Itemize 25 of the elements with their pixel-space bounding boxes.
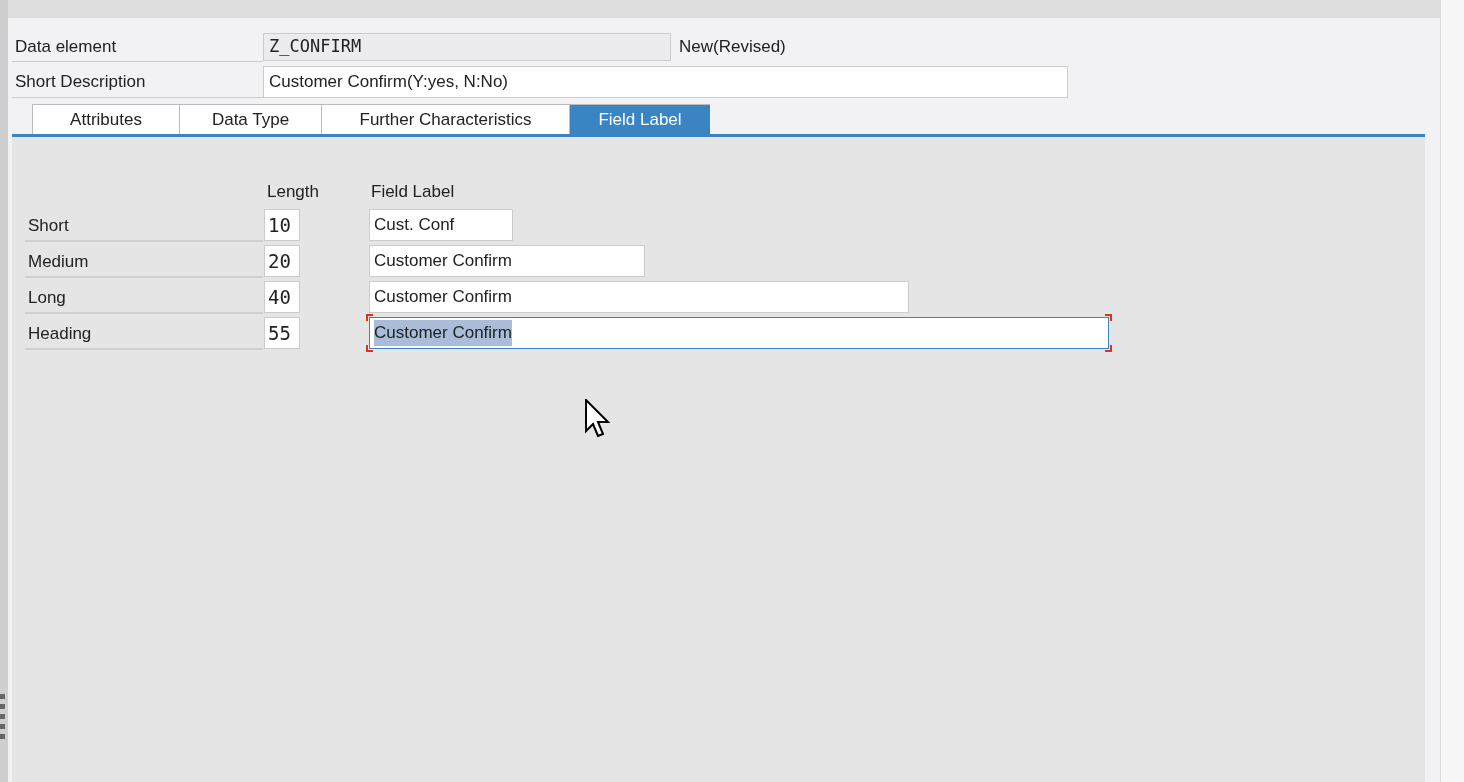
tab[interactable]: Data Type — [179, 104, 321, 134]
length-field[interactable]: 40 — [264, 281, 300, 313]
field-label: Data element — [12, 32, 263, 62]
mouse-pointer-icon — [585, 399, 611, 439]
row-label: Heading — [25, 316, 263, 350]
short-description-field[interactable]: Customer Confirm(Y:yes, N:No) — [263, 66, 1068, 98]
length-field[interactable]: 10 — [264, 209, 300, 241]
row-label: Medium — [25, 244, 263, 278]
field-label-input[interactable]: Customer Confirm — [369, 281, 909, 313]
row-label: Long — [25, 280, 263, 314]
tab[interactable]: Further Characteristics — [321, 104, 569, 134]
data-element-field[interactable]: Z_CONFIRM — [263, 33, 671, 61]
grip-icon[interactable] — [0, 694, 6, 742]
column-header: Length — [266, 181, 320, 204]
field-label-input[interactable]: Customer Confirm — [369, 317, 1109, 349]
tab[interactable]: Attributes — [32, 104, 179, 134]
length-field[interactable]: 20 — [264, 245, 300, 277]
field-label-input[interactable]: Cust. Conf — [369, 209, 513, 241]
length-field[interactable]: 55 — [264, 317, 300, 349]
focus-brackets-icon — [366, 314, 1112, 352]
tab[interactable]: Field Label — [569, 104, 710, 134]
status-text: New(Revised) — [679, 36, 786, 59]
field-label-input[interactable]: Customer Confirm — [369, 245, 645, 277]
column-header: Field Label — [371, 181, 455, 204]
row-label: Short — [25, 208, 263, 242]
